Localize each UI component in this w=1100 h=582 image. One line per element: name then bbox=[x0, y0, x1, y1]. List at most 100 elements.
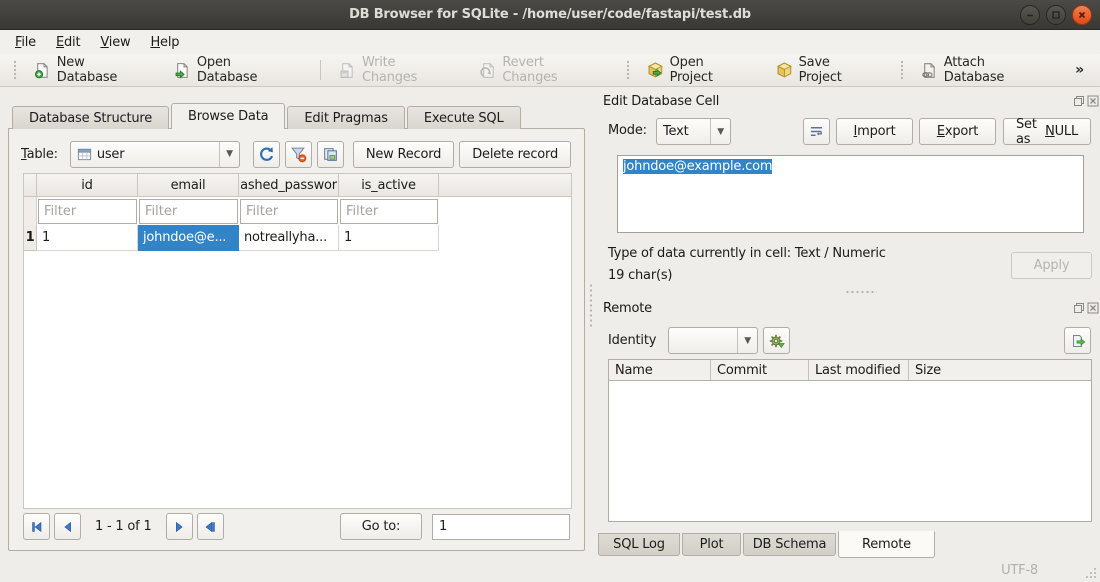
filter-input-hashed-password[interactable] bbox=[240, 199, 338, 224]
dock-title-edit-database-cell: Edit Database Cell bbox=[603, 94, 719, 109]
close-icon bbox=[1076, 9, 1088, 21]
encoding-label: UTF-8 bbox=[1001, 563, 1038, 578]
table-label: Table: bbox=[21, 147, 58, 162]
chevron-down-icon: ▼ bbox=[710, 119, 730, 144]
toolbar-separator bbox=[320, 60, 321, 80]
cell-editor-selected-text: johndoe@example.com bbox=[623, 159, 772, 174]
remote-column-name[interactable]: Name bbox=[609, 360, 711, 380]
grid-corner-cell[interactable] bbox=[24, 174, 37, 196]
toolbar-drag-handle[interactable] bbox=[900, 60, 905, 80]
remote-column-commit[interactable]: Commit bbox=[711, 360, 809, 380]
cell-id[interactable]: 1 bbox=[37, 225, 138, 251]
remote-push-button[interactable] bbox=[1064, 327, 1091, 354]
tab-db-schema[interactable]: DB Schema bbox=[743, 533, 836, 556]
table-icon bbox=[77, 147, 92, 162]
mode-label: Mode: bbox=[608, 123, 647, 138]
cell-email-selected[interactable]: johndoe@e... bbox=[138, 225, 239, 251]
table-combobox[interactable]: user ▼ bbox=[70, 141, 240, 168]
cell-type-info: Type of data currently in cell: Text / N… bbox=[608, 246, 886, 261]
tab-edit-pragmas[interactable]: Edit Pragmas bbox=[287, 106, 404, 129]
refresh-button[interactable] bbox=[253, 141, 280, 168]
revert-changes-button[interactable]: Revert Changes bbox=[471, 51, 611, 89]
minimize-button[interactable] bbox=[1020, 5, 1040, 25]
maximize-icon bbox=[1050, 9, 1062, 21]
filter-input-is-active[interactable] bbox=[340, 199, 438, 224]
maximize-button[interactable] bbox=[1046, 5, 1066, 25]
identity-combobox[interactable]: ▼ bbox=[668, 327, 758, 354]
save-project-button[interactable]: Save Project bbox=[767, 51, 885, 89]
menu-view[interactable]: View bbox=[90, 33, 140, 52]
word-wrap-button[interactable] bbox=[803, 118, 830, 145]
table-row: 1 1 johndoe@e... notreallyha... 1 bbox=[24, 225, 571, 251]
goto-button[interactable]: Go to: bbox=[340, 513, 422, 540]
vertical-splitter-handle[interactable] bbox=[589, 283, 593, 327]
titlebar: DB Browser for SQLite - /home/user/code/… bbox=[0, 0, 1100, 30]
pagination-bar: 1 - 1 of 1 Go to: bbox=[23, 513, 570, 540]
chevron-down-icon: ▼ bbox=[219, 142, 239, 167]
row-header[interactable]: 1 bbox=[24, 225, 37, 251]
attach-database-button[interactable]: Attach Database bbox=[912, 51, 1057, 89]
filter-input-id[interactable] bbox=[38, 199, 137, 224]
window-controls bbox=[1020, 5, 1092, 25]
float-dock-button[interactable] bbox=[1073, 302, 1085, 314]
grid-filter-row bbox=[24, 197, 571, 225]
cell-is-active[interactable]: 1 bbox=[339, 225, 439, 251]
save-results-button[interactable] bbox=[317, 141, 344, 168]
apply-button[interactable]: Apply bbox=[1011, 252, 1092, 279]
new-database-button[interactable]: New Database bbox=[25, 51, 157, 89]
horizontal-splitter-handle[interactable] bbox=[845, 290, 877, 294]
new-record-button[interactable]: New Record bbox=[353, 141, 454, 168]
filter-input-email[interactable] bbox=[139, 199, 238, 224]
tab-remote[interactable]: Remote bbox=[838, 531, 935, 558]
last-page-button[interactable] bbox=[197, 513, 224, 540]
column-header-is-active[interactable]: is_active bbox=[339, 174, 439, 196]
remote-table-header: Name Commit Last modified Size bbox=[609, 360, 1091, 381]
menu-help[interactable]: Help bbox=[140, 33, 189, 52]
resize-grip[interactable] bbox=[1083, 565, 1097, 579]
first-page-button[interactable] bbox=[23, 513, 50, 540]
next-page-button[interactable] bbox=[166, 513, 193, 540]
tab-database-structure[interactable]: Database Structure bbox=[12, 106, 169, 129]
clear-filter-icon bbox=[290, 146, 307, 163]
grid-header-filler bbox=[439, 174, 571, 196]
menu-file[interactable]: File bbox=[5, 33, 46, 52]
previous-page-button[interactable] bbox=[54, 513, 81, 540]
mode-combobox[interactable]: Text ▼ bbox=[656, 118, 731, 145]
tab-execute-sql[interactable]: Execute SQL bbox=[407, 106, 521, 129]
identity-label: Identity bbox=[608, 333, 656, 348]
toolbar-drag-handle[interactable] bbox=[626, 60, 631, 80]
close-dock-button[interactable] bbox=[1087, 95, 1099, 107]
column-header-hashed-password[interactable]: ashed_passwor bbox=[239, 174, 339, 196]
close-dock-icon bbox=[1087, 302, 1099, 314]
delete-record-button[interactable]: Delete record bbox=[459, 141, 571, 168]
toolbar-drag-handle[interactable] bbox=[13, 60, 18, 80]
column-header-id[interactable]: id bbox=[37, 174, 138, 196]
cell-editor[interactable]: johndoe@example.com bbox=[617, 155, 1084, 233]
import-button[interactable]: Import bbox=[836, 118, 913, 145]
column-header-email[interactable]: email bbox=[138, 174, 239, 196]
menu-edit[interactable]: Edit bbox=[46, 33, 90, 52]
tab-plot[interactable]: Plot bbox=[682, 533, 741, 556]
tab-sql-log[interactable]: SQL Log bbox=[598, 533, 680, 556]
close-button[interactable] bbox=[1072, 5, 1092, 25]
float-dock-button[interactable] bbox=[1073, 95, 1085, 107]
open-project-button[interactable]: Open Project bbox=[638, 51, 759, 89]
save-results-icon bbox=[322, 146, 339, 163]
mode-combobox-value: Text bbox=[663, 124, 689, 139]
cell-hashed-password[interactable]: notreallyha... bbox=[239, 225, 339, 251]
set-as-null-button[interactable]: Set as NULL bbox=[1003, 118, 1091, 145]
toolbar: New Database Open Database Write Changes… bbox=[0, 54, 1100, 87]
write-changes-button[interactable]: Write Changes bbox=[330, 51, 462, 89]
gear-icon bbox=[769, 333, 785, 349]
open-database-button[interactable]: Open Database bbox=[165, 51, 303, 89]
identity-settings-button[interactable] bbox=[763, 327, 790, 354]
clear-filter-button[interactable] bbox=[285, 141, 312, 168]
goto-input[interactable] bbox=[432, 514, 570, 540]
remote-column-size[interactable]: Size bbox=[909, 360, 1091, 380]
tab-browse-data[interactable]: Browse Data bbox=[171, 103, 285, 129]
close-dock-button[interactable] bbox=[1087, 302, 1099, 314]
remote-column-last-modified[interactable]: Last modified bbox=[809, 360, 909, 380]
toolbar-overflow-button[interactable]: » bbox=[1065, 62, 1094, 78]
chevron-down-icon: ▼ bbox=[737, 328, 757, 353]
export-button[interactable]: Export bbox=[919, 118, 996, 145]
